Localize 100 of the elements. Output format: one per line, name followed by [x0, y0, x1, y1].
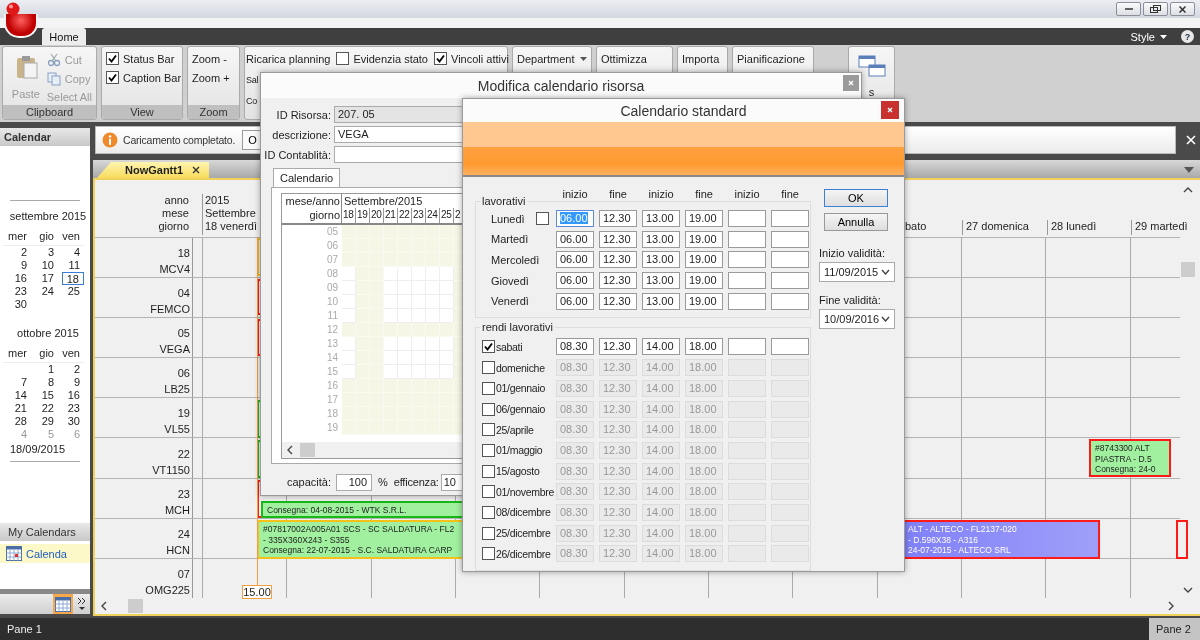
time-field[interactable]: 13.00 [642, 251, 680, 269]
calendar-day[interactable]: 30 [58, 415, 84, 428]
time-field[interactable] [728, 210, 766, 227]
time-field[interactable]: 08.30 [556, 338, 594, 356]
scroll-right-icon[interactable] [1167, 601, 1175, 612]
close-icon[interactable] [1186, 135, 1196, 145]
calendar-day[interactable]: 15 [31, 389, 58, 402]
calendar-day[interactable]: 30 [3, 298, 31, 311]
task-bar[interactable]: #8743300 ALT PIASTRA - D.5 Consegna: 24-0 [1089, 439, 1171, 477]
help-button[interactable]: ? [1181, 30, 1194, 43]
time-field[interactable]: 06.00 [556, 272, 594, 290]
scroll-down-icon[interactable] [1183, 586, 1193, 594]
calendar-list-item[interactable]: Calenda [0, 544, 90, 563]
ribbon-button[interactable]: Zoom - [192, 51, 235, 66]
scroll-thumb[interactable] [128, 599, 143, 614]
calendar-day[interactable]: 14 [3, 389, 31, 402]
checkbox[interactable] [482, 443, 495, 457]
scroll-thumb[interactable] [1181, 262, 1195, 277]
time-field[interactable]: 19.00 [685, 210, 723, 227]
ribbon-dropdown[interactable]: Department [517, 51, 588, 66]
ribbon-button[interactable]: Ottimizza [601, 51, 647, 66]
calendar-day[interactable]: 25 [58, 285, 84, 298]
calendar-day[interactable]: 17 [31, 272, 58, 285]
close-button[interactable] [881, 101, 899, 119]
number-field[interactable]: 100 [336, 473, 372, 491]
close-icon[interactable] [191, 165, 202, 175]
calendar-day[interactable]: 7 [3, 376, 31, 389]
time-field[interactable] [728, 251, 766, 269]
checkbox[interactable] [482, 423, 495, 437]
calendar-day[interactable]: 1 [31, 363, 58, 376]
checkbox[interactable] [482, 526, 495, 540]
time-field[interactable] [771, 230, 809, 248]
calendar-day[interactable]: 28 [3, 415, 31, 428]
calendar-day[interactable]: 2 [58, 363, 84, 376]
checkbox[interactable] [106, 71, 119, 84]
time-field[interactable] [728, 292, 766, 310]
time-field[interactable]: 19.00 [685, 251, 723, 269]
time-field[interactable]: 13.00 [642, 292, 680, 310]
app-menu-button[interactable] [4, 14, 38, 38]
calendar-button[interactable] [53, 594, 73, 614]
checkbox[interactable] [482, 381, 495, 395]
task-bar[interactable] [1176, 520, 1188, 559]
time-field[interactable]: 06.00 [556, 292, 594, 310]
ribbon-tab[interactable]: Home [42, 28, 86, 45]
time-field[interactable]: 12.30 [599, 210, 637, 227]
time-field[interactable]: 14.00 [642, 338, 680, 356]
scroll-left-icon[interactable] [100, 601, 108, 612]
checkbox[interactable] [482, 547, 495, 561]
close-button[interactable] [1170, 2, 1195, 16]
scroll-left-icon[interactable] [286, 445, 294, 455]
time-field[interactable] [771, 251, 809, 269]
time-field[interactable]: 19.00 [685, 230, 723, 248]
ok-button[interactable]: OK [824, 189, 888, 207]
ribbon-button[interactable]: s [853, 51, 890, 105]
time-field[interactable]: 13.00 [642, 272, 680, 290]
calendar-day[interactable]: 8 [31, 376, 58, 389]
checkbox[interactable] [482, 485, 495, 499]
time-field[interactable] [771, 210, 809, 227]
time-field[interactable] [771, 338, 809, 356]
calendar-day[interactable]: 23 [58, 402, 84, 415]
ribbon-button[interactable]: Pianificazione [737, 51, 805, 66]
calendar-day[interactable]: 23 [3, 285, 31, 298]
calendar-day[interactable]: 2 [3, 246, 31, 259]
minimize-button[interactable] [1116, 2, 1141, 16]
document-tab[interactable]: NowGantt1 [97, 162, 210, 178]
checkbox[interactable] [106, 52, 119, 65]
time-field[interactable]: 12.30 [599, 292, 637, 310]
calendar-day[interactable]: 9 [58, 376, 84, 389]
calendar-day[interactable]: 9 [3, 259, 31, 272]
style-menu[interactable]: Style [1130, 28, 1167, 45]
checkbox[interactable] [482, 464, 495, 478]
time-field[interactable]: 12.30 [599, 338, 637, 356]
time-field[interactable]: 18.00 [685, 338, 723, 356]
ribbon-button[interactable]: Zoom + [192, 70, 235, 85]
time-field[interactable]: 12.30 [599, 230, 637, 248]
calendar-day[interactable]: 29 [31, 415, 58, 428]
tab[interactable]: Calendario [273, 168, 341, 187]
checkbox[interactable] [434, 52, 447, 65]
calendar-day[interactable]: 21 [3, 402, 31, 415]
calendar-day[interactable]: 4 [58, 246, 84, 259]
scroll-up-icon[interactable] [1183, 186, 1193, 194]
time-field[interactable]: 12.30 [599, 272, 637, 290]
calendar-day[interactable]: 10 [31, 259, 58, 272]
calendar-day[interactable]: 16 [58, 389, 84, 402]
checkbox[interactable] [482, 505, 495, 519]
date-dropdown[interactable]: 11/09/2015 [819, 262, 895, 282]
calendar-day[interactable]: 22 [31, 402, 58, 415]
ribbon-button[interactable]: Ricarica planning [246, 51, 331, 66]
time-field[interactable]: 12.30 [599, 251, 637, 269]
time-field[interactable]: 13.00 [642, 230, 680, 248]
calendar-day[interactable]: 16 [3, 272, 31, 285]
cancel-button[interactable]: Annulla [824, 213, 888, 231]
calendar-day[interactable]: 24 [31, 285, 58, 298]
time-field[interactable] [771, 272, 809, 290]
calendar-day[interactable]: 11 [58, 259, 84, 272]
calendar-day[interactable]: 18 [62, 272, 84, 285]
time-field[interactable]: 06.00 [556, 230, 594, 248]
time-field[interactable] [728, 230, 766, 248]
time-field[interactable] [728, 272, 766, 290]
checkbox[interactable] [482, 402, 495, 416]
